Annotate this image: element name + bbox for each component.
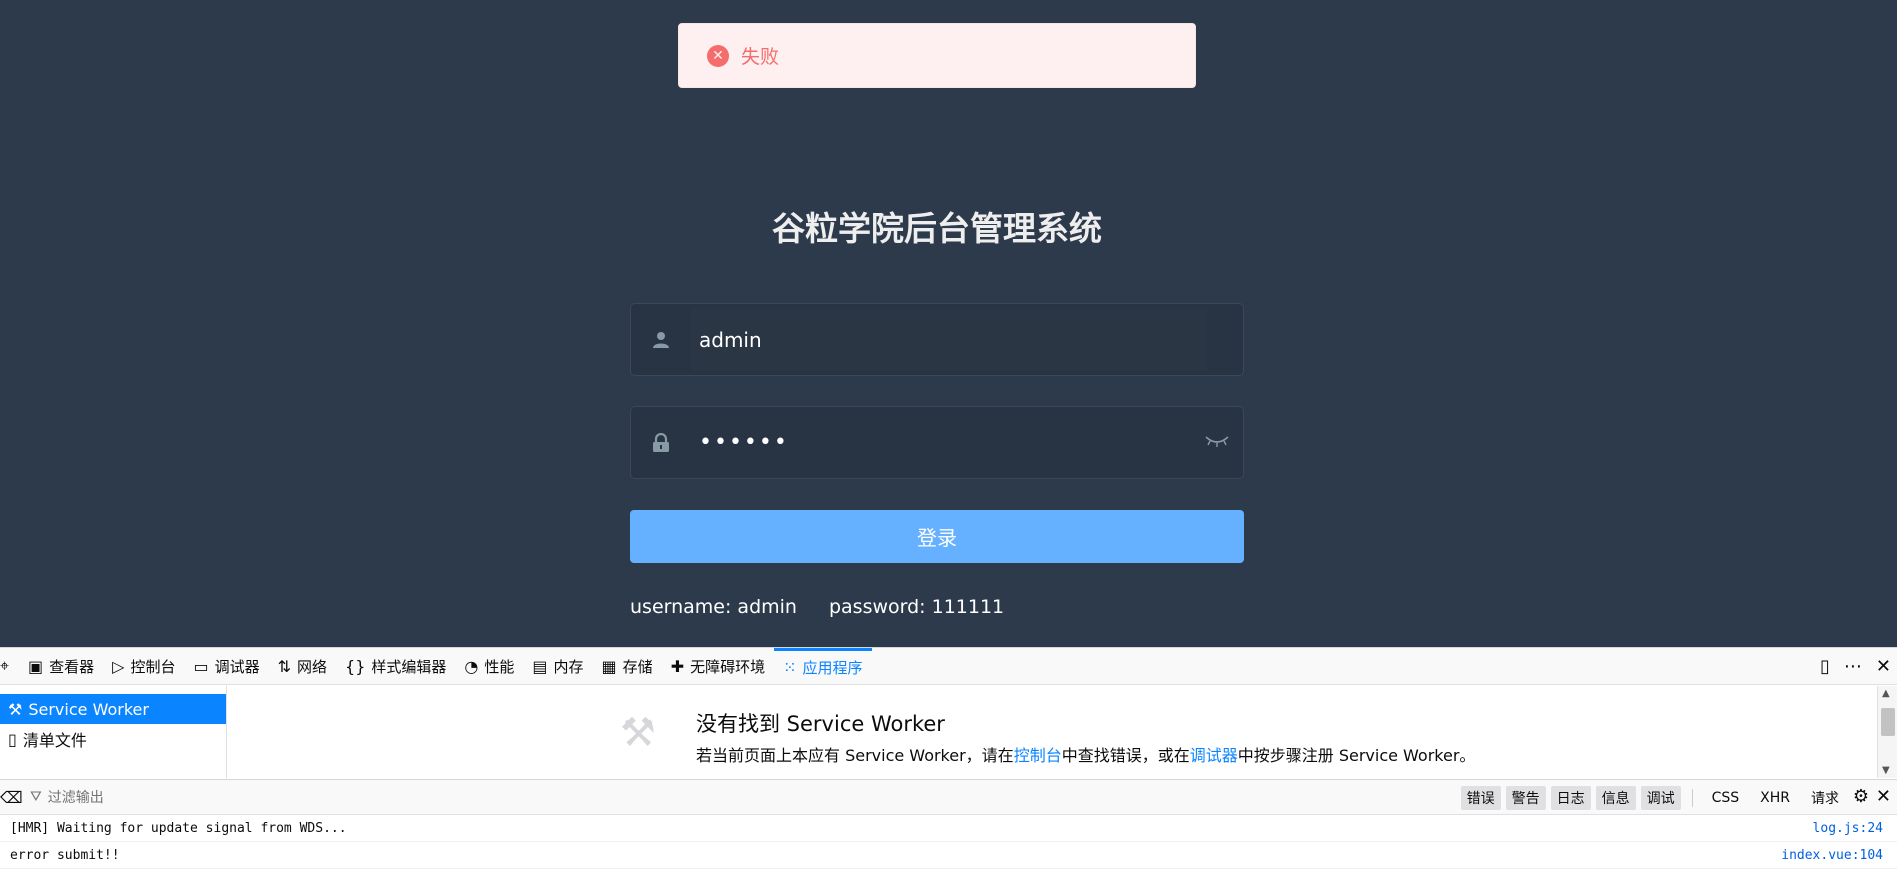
tab-network[interactable]: ⇅ 网络 — [269, 648, 336, 685]
level-log-button[interactable]: 日志 — [1550, 786, 1591, 810]
tab-debugger[interactable]: ▭ 调试器 — [184, 648, 268, 685]
console-toolbar: ⌫ ⛛ 过滤输出 错误 警告 日志 信息 调试 CSS XHR 请求 ⚙ ✕ — [0, 779, 1897, 815]
close-console-icon[interactable]: ✕ — [1876, 786, 1891, 807]
tip-username: username: admin — [630, 596, 797, 618]
debugger-icon: ▭ — [193, 656, 209, 676]
login-tips: username: admin password: 111111 — [630, 596, 1004, 618]
level-warning-button[interactable]: 警告 — [1505, 786, 1546, 810]
empty-state-description: 若当前页面上本应有 Service Worker，请在控制台中查找错误，或在调试… — [696, 746, 1476, 765]
style-editor-icon: {} — [345, 656, 366, 676]
tools-icon: ⚒ — [620, 710, 656, 756]
more-options-icon[interactable]: ⋯ — [1844, 656, 1862, 677]
level-debug-button[interactable]: 调试 — [1640, 786, 1681, 810]
password-input[interactable]: •••••• — [691, 411, 1207, 474]
console-message: error submit!! index.vue:104 — [0, 843, 1897, 869]
performance-icon: ◔ — [464, 656, 479, 676]
username-input[interactable]: admin — [691, 308, 1207, 371]
application-icon: ⁙ — [783, 658, 797, 677]
filter-input[interactable]: 过滤输出 — [48, 787, 104, 807]
file-icon: ▯ — [8, 729, 17, 749]
memory-icon: ▤ — [532, 656, 548, 676]
toast-text: 失败 — [741, 46, 780, 68]
sidebar-item-service-worker[interactable]: ⚒ Service Worker — [0, 694, 226, 724]
page-title: 谷粒学院后台管理系统 — [772, 209, 1102, 248]
network-icon: ⇅ — [277, 656, 292, 676]
tab-accessibility[interactable]: ✚ 无障碍环境 — [662, 648, 774, 685]
tab-inspector[interactable]: ▣ 查看器 — [19, 648, 103, 685]
trash-icon[interactable]: ⌫ — [0, 788, 23, 807]
tab-performance[interactable]: ◔ 性能 — [455, 648, 523, 685]
type-css-button[interactable]: CSS — [1704, 788, 1748, 808]
application-panel: ⚒ Service Worker ▯ 清单文件 ⚒ 没有找到 Service Wor… — [0, 686, 1897, 778]
tab-storage[interactable]: ▦ 存储 — [593, 648, 662, 685]
tip-password: password: 111111 — [828, 596, 1005, 618]
wrench-icon: ⚒ — [8, 699, 23, 719]
username-field[interactable]: admin — [630, 303, 1244, 376]
divider — [1691, 789, 1693, 807]
user-icon — [631, 331, 691, 349]
scroll-up-icon[interactable]: ▲ — [1882, 688, 1890, 699]
filter-icon: ⛛ — [30, 789, 42, 805]
close-circle-icon: ✕ — [707, 44, 729, 67]
devtools-toolbar-actions: ▯ ⋯ ✕ — [1820, 648, 1891, 685]
type-requests-button[interactable]: 请求 — [1803, 786, 1847, 810]
console-link[interactable]: 控制台 — [1014, 746, 1062, 765]
tab-application[interactable]: ⁙ 应用程序 — [774, 647, 872, 685]
scroll-down-icon[interactable]: ▼ — [1882, 765, 1890, 776]
login-button[interactable]: 登录 — [630, 510, 1244, 563]
eye-closed-icon[interactable] — [1205, 433, 1229, 452]
tab-style-editor[interactable]: {} 样式编辑器 — [336, 648, 455, 685]
inspector-icon: ▣ — [28, 656, 44, 676]
console-level-filters: 错误 警告 日志 信息 调试 CSS XHR 请求 — [1460, 780, 1847, 816]
panel-scrollbar[interactable]: ▲ ▼ — [1877, 686, 1897, 778]
close-icon[interactable]: ✕ — [1876, 656, 1891, 677]
tab-console[interactable]: ▷ 控制台 — [103, 648, 184, 685]
scrollbar-thumb[interactable] — [1881, 708, 1895, 736]
type-xhr-button[interactable]: XHR — [1752, 788, 1798, 808]
message-source-link[interactable]: log.js:24 — [1813, 821, 1883, 836]
pick-element-icon[interactable]: ⌖ — [0, 648, 19, 685]
password-field[interactable]: •••••• — [630, 406, 1244, 479]
accessibility-icon: ✚ — [670, 656, 685, 676]
devtools-toolbar: ⌖ ▣ 查看器 ▷ 控制台 ▭ 调试器 ⇅ 网络 {} 样式编辑器 ◔ 性能 ▤ 内存 ▦ 存储… — [0, 647, 1897, 685]
empty-state-title: 没有找到 Service Worker — [696, 712, 945, 736]
settings-gear-icon[interactable]: ⚙ — [1853, 786, 1869, 807]
console-icon: ▷ — [112, 656, 125, 676]
responsive-design-icon[interactable]: ▯ — [1820, 656, 1830, 677]
message-source-link[interactable]: index.vue:104 — [1781, 848, 1883, 863]
tab-memory[interactable]: ▤ 内存 — [523, 648, 592, 685]
console-message: [HMR] Waiting for update signal from WDS… — [0, 816, 1897, 842]
level-error-button[interactable]: 错误 — [1460, 786, 1501, 810]
lock-icon — [631, 432, 691, 453]
sidebar-item-manifest[interactable]: ▯ 清单文件 — [0, 724, 226, 754]
debugger-link[interactable]: 调试器 — [1190, 746, 1238, 765]
login-page: ✕ 失败 谷粒学院后台管理系统 admin •••••• 登录 username… — [0, 0, 1897, 647]
error-message-toast: ✕ 失败 — [678, 23, 1196, 88]
level-info-button[interactable]: 信息 — [1595, 786, 1636, 810]
console-filter[interactable]: ⛛ 过滤输出 — [30, 787, 104, 807]
application-sidebar: ⚒ Service Worker ▯ 清单文件 — [0, 686, 227, 778]
devtools-panel: ⌖ ▣ 查看器 ▷ 控制台 ▭ 调试器 ⇅ 网络 {} 样式编辑器 ◔ 性能 ▤ 内存 ▦ 存储… — [0, 647, 1897, 871]
storage-icon: ▦ — [601, 656, 617, 676]
